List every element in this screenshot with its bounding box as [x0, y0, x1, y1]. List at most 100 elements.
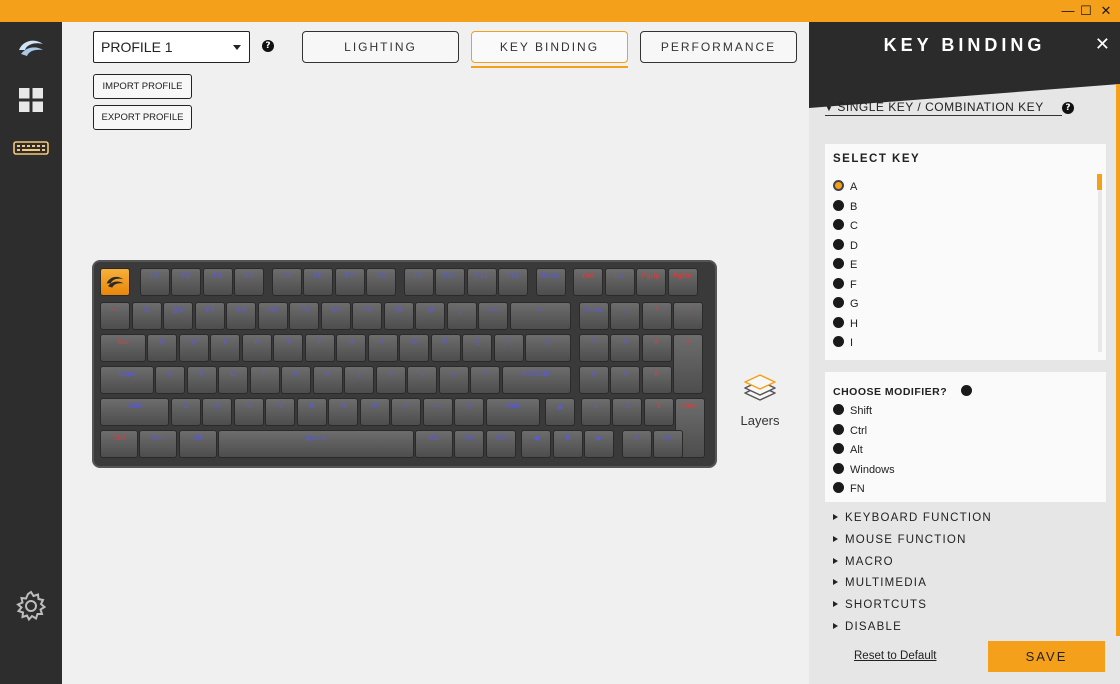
key-option[interactable]: G	[833, 297, 859, 311]
keyboard-key[interactable]: F8	[366, 268, 396, 296]
keyboard-key[interactable]: Num	[578, 302, 609, 330]
keyboard-key[interactable]: ▼	[552, 430, 583, 458]
keyboard-key[interactable]: 1	[580, 398, 611, 426]
keyboard-key[interactable]: S	[186, 366, 217, 394]
keyboard-key[interactable]: 0	[621, 430, 652, 458]
logo-icon[interactable]	[11, 30, 51, 66]
keyboard-key[interactable]: <,	[391, 398, 422, 426]
keyboard-key[interactable]: *	[641, 302, 672, 330]
key-option[interactable]: H	[833, 316, 858, 331]
key-option[interactable]: C	[833, 219, 858, 233]
keyboard-key[interactable]: N	[328, 398, 359, 426]
keyboard-key[interactable]: :;	[438, 366, 469, 394]
help-icon[interactable]: ?	[1062, 102, 1074, 114]
keyboard-key[interactable]: @2	[163, 302, 193, 330]
key-list-scrollbar[interactable]	[1098, 176, 1102, 352]
profile-select[interactable]: PROFILE 1	[93, 31, 250, 63]
keyboard-key[interactable]: U	[336, 334, 367, 362]
keyboard-key[interactable]: Space	[218, 430, 414, 458]
keyboard-key[interactable]: F9	[403, 268, 434, 296]
keyboard-key[interactable]: PgDn	[667, 268, 698, 296]
keyboard-key[interactable]: ▶	[584, 430, 615, 458]
keyboard-key[interactable]: +=	[478, 302, 508, 330]
section-macro[interactable]: MACRO	[833, 556, 894, 568]
keyboard-key[interactable]: F5	[271, 268, 302, 296]
maximize-button[interactable]: ☐	[1078, 3, 1094, 19]
keyboard-key[interactable]: Del	[653, 430, 684, 458]
keyboard-key[interactable]: F7	[334, 268, 365, 296]
keyboard-key[interactable]: Caps	[100, 366, 154, 394]
help-icon[interactable]: ?	[262, 40, 274, 52]
keyboard-key[interactable]: I	[367, 334, 398, 362]
keyboard-key[interactable]: +	[673, 334, 703, 394]
keyboard-key[interactable]: Fn	[454, 430, 485, 458]
keyboard-key[interactable]: W	[178, 334, 209, 362]
keyboard-key[interactable]: F3	[202, 268, 233, 296]
keyboard-key[interactable]: Tab	[100, 334, 146, 362]
keyboard-key[interactable]: 7	[578, 334, 609, 362]
keyboard-key[interactable]: ◀	[521, 430, 552, 458]
keyboard-key[interactable]: H	[312, 366, 343, 394]
keyboard-key[interactable]: &7	[320, 302, 351, 330]
keyboard-key[interactable]: R	[241, 334, 272, 362]
keyboard-key[interactable]: A	[155, 366, 186, 394]
keyboard-key[interactable]: P	[430, 334, 461, 362]
keyboard-key[interactable]: Alt	[178, 430, 217, 458]
keyboard-key[interactable]: B	[296, 398, 327, 426]
keyboard-key[interactable]: J	[344, 366, 375, 394]
keyboard-key[interactable]: )0	[415, 302, 445, 330]
keyboard-key[interactable]: 4	[578, 366, 609, 394]
key-option[interactable]: I	[833, 336, 853, 350]
tab-lighting[interactable]: LIGHTING	[302, 31, 459, 63]
keyboard-key[interactable]: !1	[131, 302, 162, 330]
keyboard-key[interactable]: %5	[257, 302, 288, 330]
keyboard-key[interactable]: Win	[139, 430, 178, 458]
keyboard-key[interactable]: PgUp	[636, 268, 666, 296]
keyboard-key[interactable]: F1	[139, 268, 170, 296]
keyboard-key[interactable]: *8	[352, 302, 382, 330]
binding-mode-dropdown[interactable]: ▼ SINGLE KEY / COMBINATION KEY	[825, 100, 1062, 116]
keyboard-key[interactable]: {[	[462, 334, 493, 362]
layers-button[interactable]: Layers	[734, 372, 786, 428]
keyboard-key[interactable]: M	[359, 398, 390, 426]
keyboard-key[interactable]: ▲	[545, 398, 575, 426]
import-profile-button[interactable]: IMPORT PROFILE	[93, 74, 192, 99]
keyboard-key[interactable]: X	[202, 398, 233, 426]
keyboard-key[interactable]: |\	[525, 334, 571, 362]
close-window-button[interactable]: ✕	[1098, 3, 1114, 19]
modifier-toggle[interactable]	[960, 385, 972, 396]
key-option[interactable]: E	[833, 258, 857, 272]
keyboard-key[interactable]: Shift	[485, 398, 540, 426]
keyboard-key[interactable]: ASCEND	[501, 366, 571, 394]
keyboard-key[interactable]: F11	[466, 268, 497, 296]
key-list-scroll-thumb[interactable]	[1097, 174, 1102, 190]
keyboard-key[interactable]: Ins	[604, 268, 635, 296]
keyboard-key[interactable]: >.	[422, 398, 453, 426]
modifier-option[interactable]: Windows	[833, 462, 895, 477]
keyboard-key[interactable]: 6	[641, 366, 672, 394]
close-panel-icon[interactable]: ✕	[1095, 34, 1110, 55]
section-mouse-function[interactable]: MOUSE FUNCTION	[833, 534, 967, 546]
keyboard-key[interactable]: T	[273, 334, 304, 362]
keyboard-key[interactable]: 3	[643, 398, 674, 426]
keyboard-key[interactable]: /	[610, 302, 640, 330]
keyboard-key[interactable]: L	[407, 366, 438, 394]
keyboard-key[interactable]: Q	[147, 334, 178, 362]
key-option[interactable]: B	[833, 199, 857, 214]
keyboard-key[interactable]: F10	[435, 268, 465, 296]
settings-gear-icon[interactable]	[11, 588, 51, 624]
keyboard-key[interactable]: "'	[470, 366, 501, 394]
keyboard-key[interactable]: 2	[612, 398, 642, 426]
keyboard-key[interactable]: O	[399, 334, 430, 362]
minimize-button[interactable]: —	[1060, 3, 1076, 19]
keyboard-key[interactable]: F4	[234, 268, 264, 296]
keyboard-key[interactable]: F12	[498, 268, 528, 296]
keyboard-key[interactable]: ?/	[454, 398, 485, 426]
reset-to-default-link[interactable]: Reset to Default	[854, 650, 936, 662]
keyboard-key[interactable]: 5	[610, 366, 640, 394]
keyboard-key[interactable]: Ctrl	[485, 430, 516, 458]
keyboard-key[interactable]: C	[233, 398, 264, 426]
keyboard-key[interactable]: $4	[226, 302, 256, 330]
key-option[interactable]: D	[833, 238, 858, 253]
keyboard-key[interactable]: (9	[383, 302, 414, 330]
